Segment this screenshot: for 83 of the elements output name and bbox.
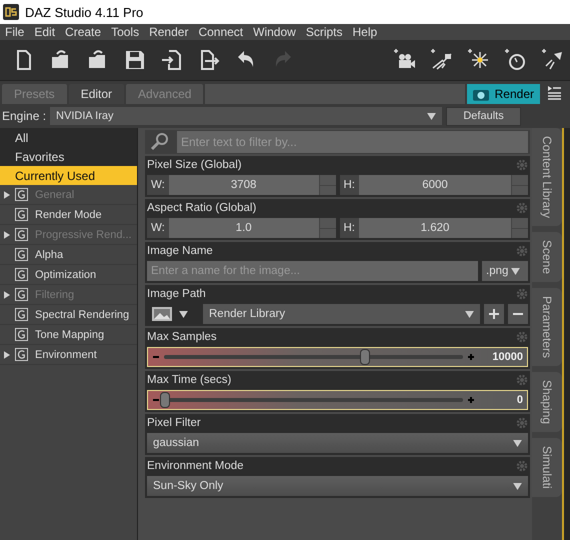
slider[interactable]: 10000 <box>147 347 528 367</box>
sidebar-item[interactable]: Optimization <box>0 265 137 285</box>
add-dial-light-icon[interactable] <box>503 48 527 72</box>
group-icon <box>15 288 28 301</box>
menu-item[interactable]: Create <box>65 25 102 39</box>
group-icon <box>15 208 28 221</box>
spin-field[interactable]: W: 3708 <box>147 175 336 195</box>
remove-icon[interactable] <box>508 304 528 324</box>
sidebar-item[interactable]: Favorites <box>0 147 137 166</box>
dropdown[interactable]: gaussian <box>147 433 528 453</box>
defaults-button[interactable]: Defaults <box>446 106 522 126</box>
minus-icon[interactable] <box>152 353 160 361</box>
group-icon <box>15 188 28 201</box>
sidebar-item[interactable]: Environment <box>0 345 137 365</box>
menu-item[interactable]: Scripts <box>306 25 343 39</box>
add-icon[interactable] <box>484 304 504 324</box>
spin-field[interactable]: W: 1.0 <box>147 218 336 238</box>
search-icon[interactable] <box>150 132 170 152</box>
parameter-label: Pixel Size (Global) <box>147 159 242 171</box>
sidebar-item[interactable]: Currently Used <box>0 166 137 185</box>
parameter-label: Image Path <box>147 288 206 300</box>
caret-icon <box>427 112 436 120</box>
caret-icon <box>465 310 474 318</box>
parameter-label: Image Name <box>147 245 213 257</box>
dropdown[interactable]: Sun-Sky Only <box>147 476 528 496</box>
engine-dropdown[interactable]: NVIDIA Iray <box>50 107 442 125</box>
plus-icon[interactable] <box>467 353 475 361</box>
menu-item[interactable]: Connect <box>198 25 244 39</box>
tab[interactable]: Editor <box>68 84 124 104</box>
slider[interactable]: 0 <box>147 390 528 410</box>
side-tab[interactable]: Simulati <box>532 438 562 497</box>
slider-value: 10000 <box>491 351 523 363</box>
sidebar-item[interactable]: Alpha <box>0 245 137 265</box>
parameter-label: Pixel Filter <box>147 417 201 429</box>
parameter-label: Max Samples <box>147 331 217 343</box>
sidebar-item[interactable]: All <box>0 128 137 147</box>
menu-item[interactable]: File <box>5 25 24 39</box>
side-tab[interactable]: Content Library <box>532 128 562 226</box>
sidebar-item[interactable]: Spectral Rendering <box>0 305 137 325</box>
menu-item[interactable]: Tools <box>111 25 140 39</box>
path-dropdown[interactable]: Render Library <box>203 304 480 324</box>
slider-value: 0 <box>516 394 523 406</box>
caret-icon <box>513 482 522 490</box>
sidebar-item[interactable]: Render Mode <box>0 205 137 225</box>
side-tab[interactable]: Scene <box>532 232 562 282</box>
spin-field[interactable]: H: 1.620 <box>340 218 528 238</box>
import-icon[interactable] <box>160 48 184 72</box>
render-button[interactable]: Render <box>466 84 540 104</box>
menu-item[interactable]: Edit <box>34 25 56 39</box>
save-icon[interactable] <box>123 48 147 72</box>
plus-icon[interactable] <box>467 396 475 404</box>
engine-label: Engine : <box>2 109 46 123</box>
group-icon <box>15 228 28 241</box>
side-tab[interactable]: Parameters <box>532 288 562 366</box>
slider-thumb[interactable] <box>160 392 170 408</box>
menu-item[interactable]: Help <box>352 25 378 39</box>
add-lamp-icon[interactable] <box>540 48 564 72</box>
caret-icon[interactable] <box>179 310 188 318</box>
group-icon <box>15 308 28 321</box>
group-icon <box>15 348 28 361</box>
picture-icon[interactable] <box>151 306 173 322</box>
menu-icon[interactable] <box>546 85 562 101</box>
slider-thumb[interactable] <box>360 349 370 365</box>
format-dropdown[interactable]: .png <box>482 261 528 281</box>
window-title: DAZ Studio 4.11 Pro <box>25 4 144 20</box>
expand-arrow-icon[interactable] <box>4 350 10 358</box>
group-icon <box>15 268 28 281</box>
menu-item[interactable]: Window <box>253 25 296 39</box>
minus-icon[interactable] <box>152 396 160 404</box>
sidebar-item[interactable]: Tone Mapping <box>0 325 137 345</box>
side-tab[interactable]: Shaping <box>532 372 562 432</box>
caret-icon <box>513 440 522 446</box>
parameter-label: Environment Mode <box>147 460 244 472</box>
group-icon <box>15 248 28 261</box>
spin-field[interactable]: H: 6000 <box>340 175 528 195</box>
parameter-label: Max Time (secs) <box>147 374 232 386</box>
menu-item[interactable]: Render <box>149 25 188 39</box>
parameter-label: Aspect Ratio (Global) <box>147 202 256 214</box>
caret-icon <box>511 268 520 274</box>
camera-icon <box>472 88 489 100</box>
group-icon <box>15 328 28 341</box>
add-spotlight-icon[interactable] <box>429 48 453 72</box>
app-logo-icon <box>3 4 19 20</box>
